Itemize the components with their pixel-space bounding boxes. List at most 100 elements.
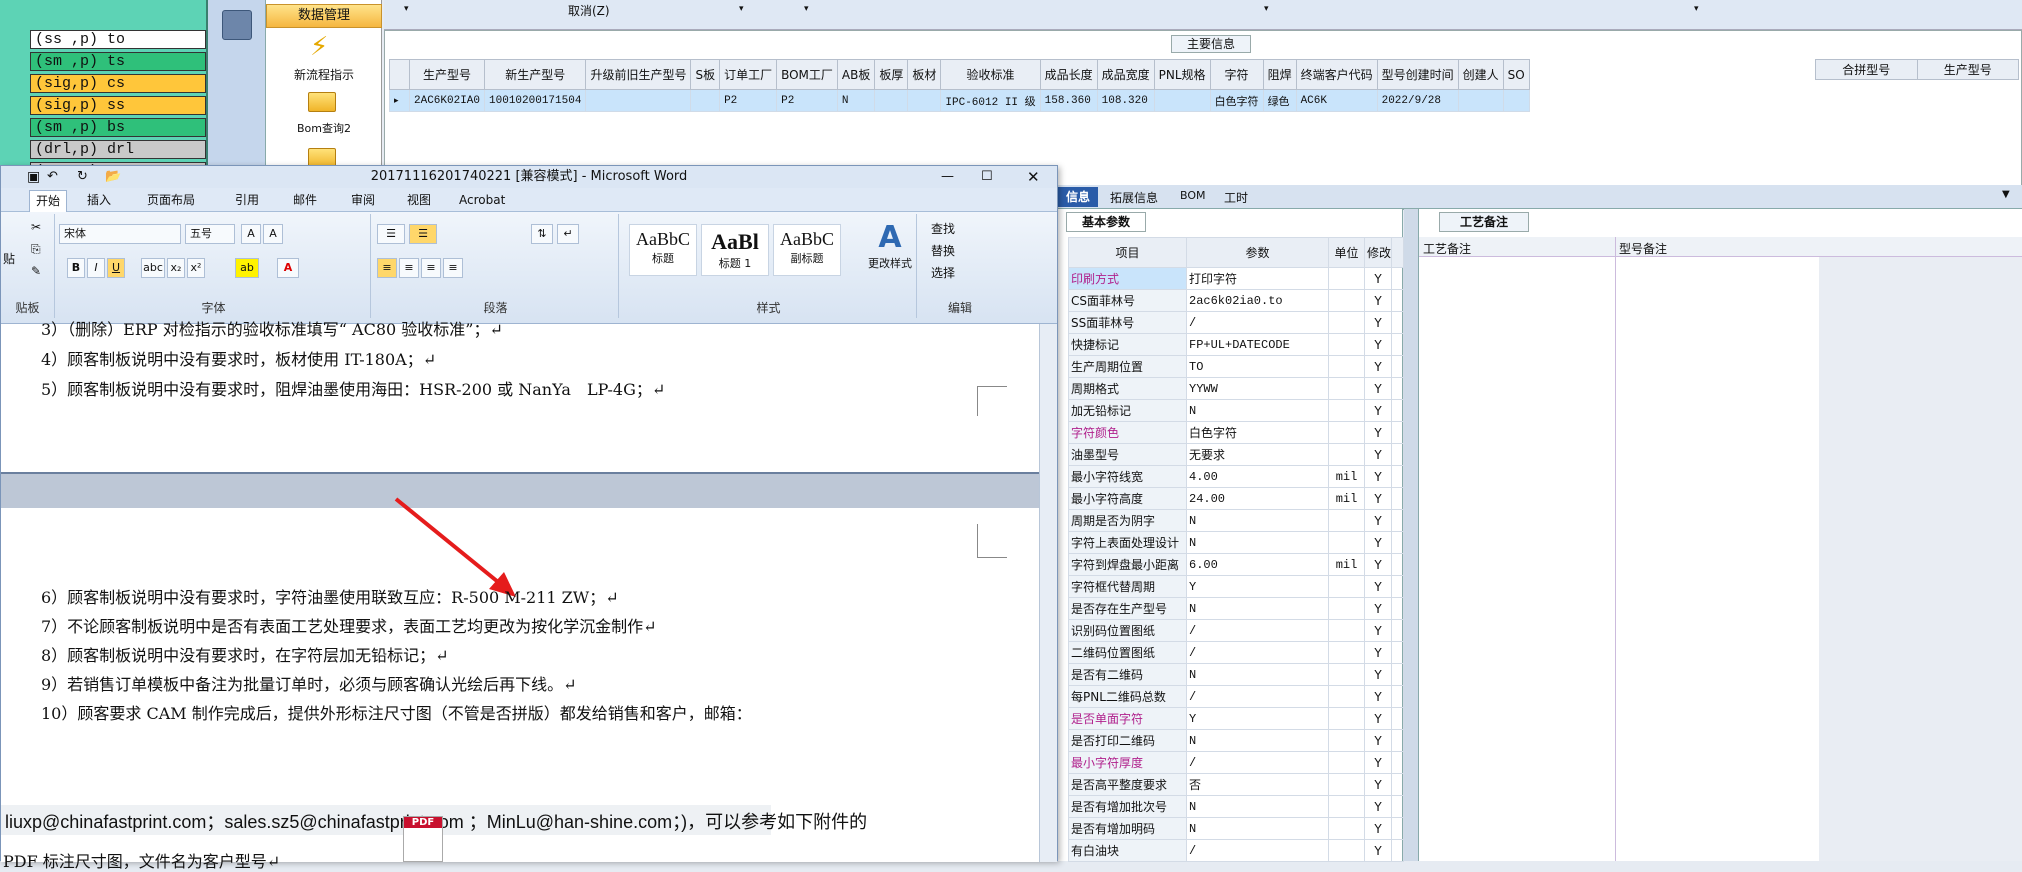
param-value[interactable]: / [1186, 311, 1329, 334]
param-unit[interactable]: mil [1328, 553, 1365, 576]
justify-icon[interactable]: ≡ [443, 258, 463, 278]
layer-item[interactable]: (sig,p) cs [30, 74, 206, 93]
param-edit[interactable]: Y [1364, 751, 1392, 774]
grid-cell[interactable]: P2 [719, 89, 778, 112]
param-value[interactable]: N [1186, 597, 1329, 620]
param-item[interactable]: 印刷方式 [1068, 267, 1187, 290]
bullets-icon[interactable]: ☰ [377, 224, 405, 244]
param-item[interactable]: SS面菲林号 [1068, 311, 1187, 334]
param-edit[interactable]: Y [1364, 773, 1392, 796]
maximize-button[interactable]: ☐ [981, 166, 993, 188]
tab-4[interactable]: 邮件 [287, 190, 323, 212]
param-unit[interactable] [1328, 641, 1365, 664]
change-style-button[interactable]: A 更改样式 [867, 220, 913, 271]
param-item[interactable]: 油墨型号 [1068, 443, 1187, 466]
grid-cell[interactable]: 2022/9/28 [1376, 89, 1459, 112]
param-row[interactable]: 油墨型号 无要求 Y [1068, 443, 1404, 466]
col-merge-model[interactable]: 合拼型号 [1815, 59, 1918, 80]
param-row[interactable]: 周期是否为阴字 N Y [1068, 509, 1404, 532]
document-area[interactable]: 3）（删除）ERP 对检指示的验收标准填写“ AC80 验收标准”；↵ 4）顾客制… [1, 320, 1039, 871]
grid-col-header[interactable]: 升级前旧生产型号 [585, 59, 692, 90]
param-value[interactable]: Y [1186, 575, 1329, 598]
grid-cell[interactable]: 2AC6K02IA0 [408, 89, 486, 112]
col-process-remark[interactable]: 工艺备注 [1423, 240, 1471, 257]
param-edit[interactable]: Y [1364, 333, 1392, 356]
align-right-icon[interactable]: ≡ [421, 258, 441, 278]
param-unit[interactable] [1328, 421, 1365, 444]
param-item[interactable]: 加无铅标记 [1068, 399, 1187, 422]
layer-item[interactable]: (drl,p) drl [30, 140, 206, 159]
param-row[interactable]: 印刷方式 打印字符 Y [1068, 267, 1404, 290]
param-value[interactable]: 6.00 [1186, 553, 1329, 576]
param-item[interactable]: 周期是否为阴字 [1068, 509, 1187, 532]
lightning-icon[interactable]: ⚡ [310, 33, 332, 61]
grid-col-header[interactable]: PNL规格 [1153, 59, 1211, 90]
grid-col-header[interactable]: 字符 [1209, 59, 1264, 90]
layer-item[interactable]: (ss ,p) to [30, 30, 206, 49]
param-item[interactable]: 周期格式 [1068, 377, 1187, 400]
param-unit[interactable] [1328, 399, 1365, 422]
param-row[interactable]: 每PNL二维码总数 / Y [1068, 685, 1404, 708]
param-row[interactable]: 是否存在生产型号 N Y [1068, 597, 1404, 620]
param-unit[interactable]: mil [1328, 465, 1365, 488]
grid-col-header[interactable]: 生产型号 [408, 59, 486, 90]
grid-cell[interactable]: 白色字符 [1209, 89, 1264, 112]
col-unit[interactable]: 单位 [1328, 237, 1365, 268]
col-edit[interactable]: 修改 [1364, 237, 1392, 268]
param-item[interactable]: 快捷标记 [1068, 333, 1187, 356]
param-unit[interactable] [1328, 817, 1365, 840]
open-icon[interactable]: 📂 [105, 166, 121, 188]
redo-icon[interactable]: ↻ [77, 166, 88, 188]
param-value[interactable]: 否 [1186, 773, 1329, 796]
grid-cell[interactable] [585, 89, 692, 112]
grid-cell[interactable]: N [836, 89, 876, 112]
tab-0[interactable]: 开始 [29, 190, 68, 212]
tab-5[interactable]: 审阅 [345, 190, 381, 212]
param-unit[interactable] [1328, 663, 1365, 686]
tab-bom[interactable]: BOM [1180, 189, 1206, 202]
param-unit[interactable] [1328, 729, 1365, 752]
param-value[interactable]: N [1186, 663, 1329, 686]
param-value[interactable]: 2ac6k02ia0.to [1186, 289, 1329, 312]
param-edit[interactable]: Y [1364, 619, 1392, 642]
param-item[interactable]: 字符到焊盘最小距离 [1068, 553, 1187, 576]
param-edit[interactable]: Y [1364, 465, 1392, 488]
tab-extend[interactable]: 拓展信息 [1110, 189, 1158, 206]
param-row[interactable]: 是否打印二维码 N Y [1068, 729, 1404, 752]
param-edit[interactable]: Y [1364, 795, 1392, 818]
grid-col-header[interactable]: 终端客户代码 [1295, 59, 1378, 90]
vertical-scrollbar[interactable] [1039, 324, 1057, 862]
param-row[interactable]: 是否有增加明码 N Y [1068, 817, 1404, 840]
param-unit[interactable] [1328, 509, 1365, 532]
style-preview[interactable]: AaBbC 标题 [629, 224, 697, 276]
grid-col-header[interactable]: 订单工厂 [719, 59, 778, 90]
style-preview[interactable]: AaBbC 副标题 [773, 224, 841, 276]
param-row[interactable]: 最小字符厚度 / Y [1068, 751, 1404, 774]
tab-3[interactable]: 引用 [229, 190, 265, 212]
param-edit[interactable]: Y [1364, 509, 1392, 532]
param-edit[interactable]: Y [1364, 575, 1392, 598]
new-flow-label[interactable]: 新流程指示 [266, 66, 382, 83]
param-item[interactable]: CS面菲林号 [1068, 289, 1187, 312]
param-unit[interactable] [1328, 685, 1365, 708]
grow-font-icon[interactable]: A [241, 224, 261, 244]
bom-query-label[interactable]: Bom查询2 [266, 120, 382, 136]
grid-cell[interactable]: IPC-6012 II 级 [940, 89, 1041, 112]
remark-tab[interactable]: 工艺备注 [1439, 212, 1529, 232]
param-row[interactable]: 有白油块 / Y [1068, 839, 1404, 862]
tab-7[interactable]: Acrobat [453, 190, 511, 212]
grid-cell[interactable]: AC6K [1295, 89, 1378, 112]
italic-button[interactable]: I [87, 258, 105, 278]
param-value[interactable]: YYWW [1186, 377, 1329, 400]
tab-2[interactable]: 页面布局 [141, 190, 201, 212]
param-item[interactable]: 是否存在生产型号 [1068, 597, 1187, 620]
param-value[interactable]: / [1186, 619, 1329, 642]
param-row[interactable]: 快捷标记 FP+UL+DATECODE Y [1068, 333, 1404, 356]
grid-col-header[interactable]: AB板 [836, 59, 876, 90]
param-value[interactable]: 白色字符 [1186, 421, 1329, 444]
data-management-header[interactable]: 数据管理 [266, 4, 382, 28]
param-edit[interactable]: Y [1364, 311, 1392, 334]
calculator-icon[interactable] [222, 10, 252, 40]
param-row[interactable]: 是否单面字符 Y Y [1068, 707, 1404, 730]
param-item[interactable]: 生产周期位置 [1068, 355, 1187, 378]
